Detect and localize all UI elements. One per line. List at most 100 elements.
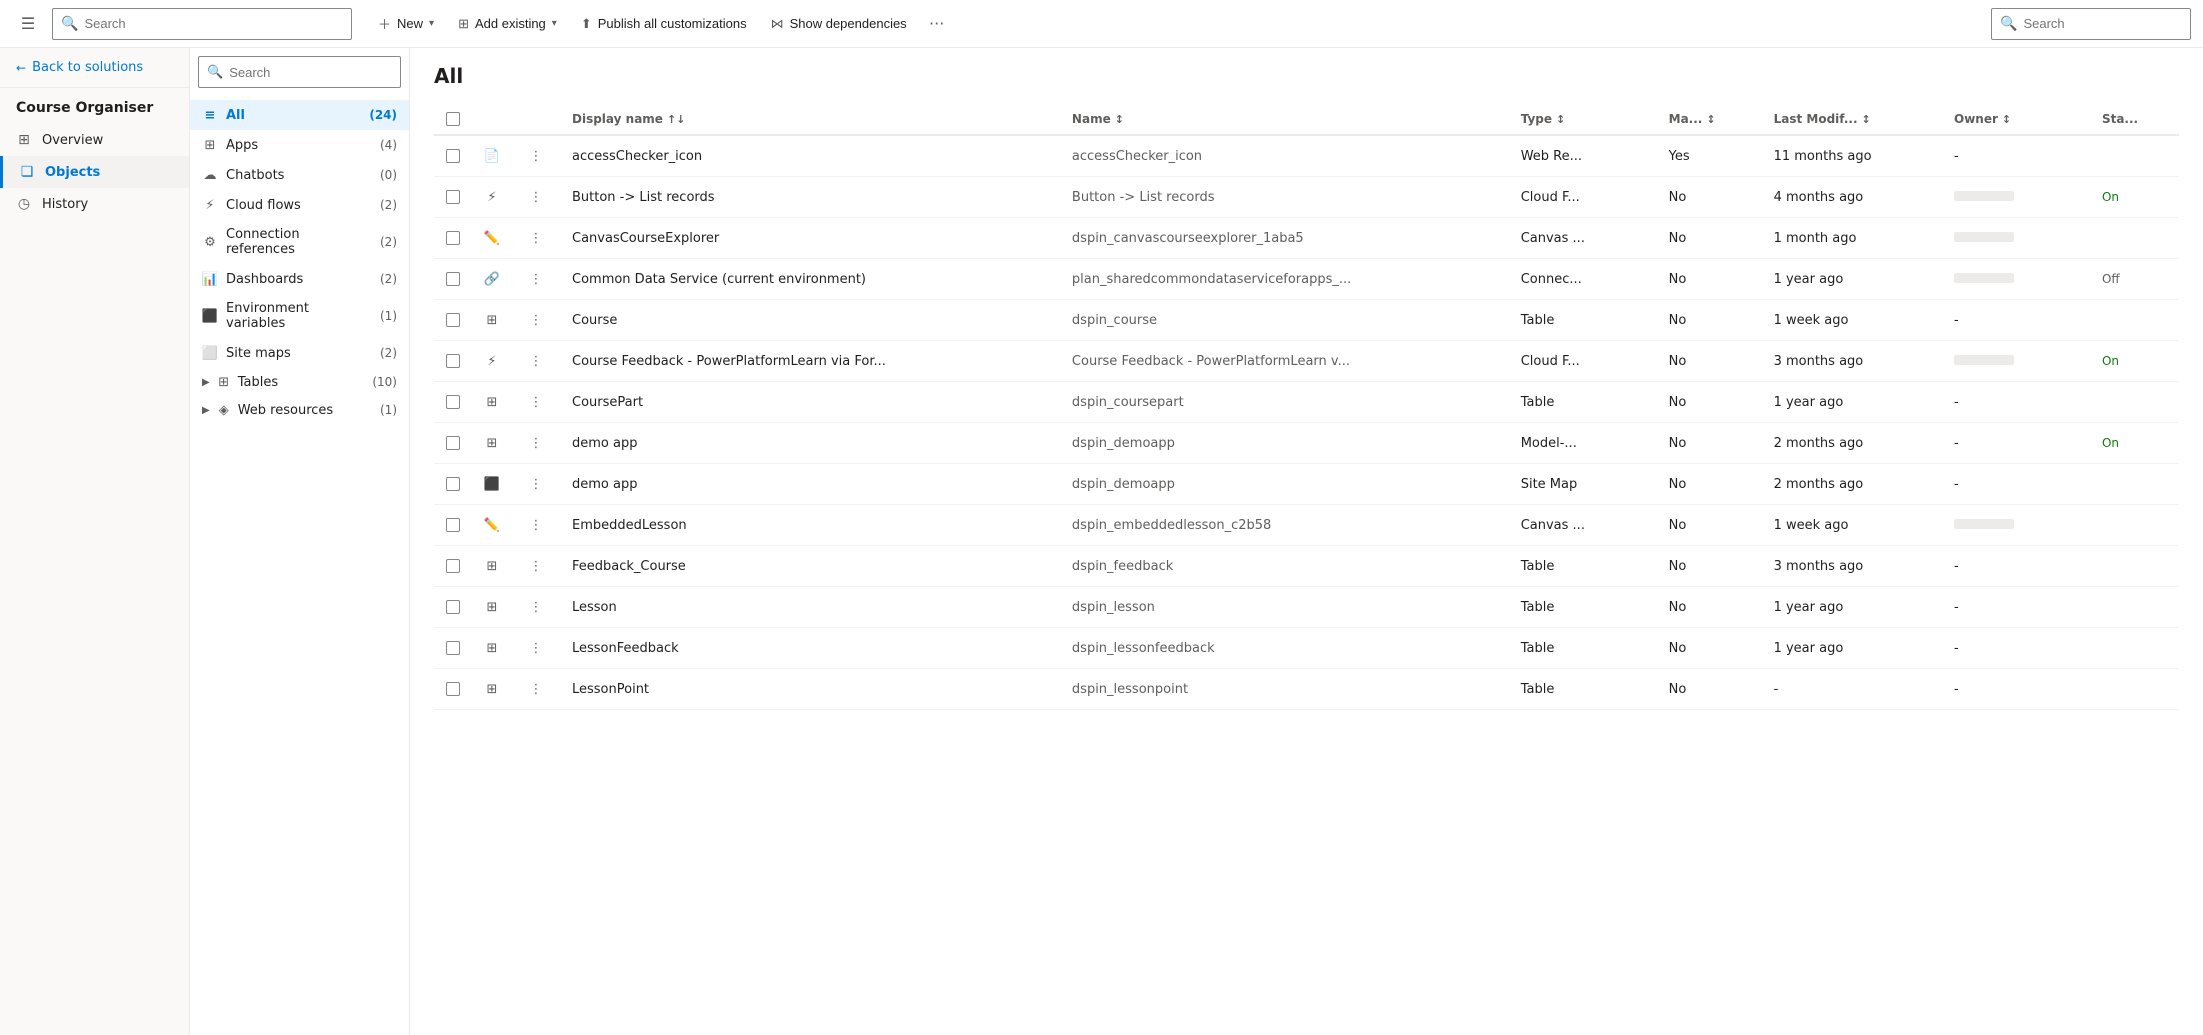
row-more-cell[interactable]: ⋮ <box>512 505 560 546</box>
sidebar-item-history[interactable]: ◷ History <box>0 188 189 220</box>
row-select-cell[interactable] <box>434 546 472 587</box>
row-checkbox[interactable] <box>446 272 460 286</box>
row-select-cell[interactable] <box>434 628 472 669</box>
row-checkbox[interactable] <box>446 600 460 614</box>
row-more-button[interactable]: ⋮ <box>524 390 548 414</box>
row-more-cell[interactable]: ⋮ <box>512 669 560 710</box>
middle-item-connection-refs[interactable]: ⚙ Connection references (2) <box>190 220 409 264</box>
middle-item-count: (0) <box>380 168 397 182</box>
row-more-cell[interactable]: ⋮ <box>512 628 560 669</box>
right-search-box[interactable]: 🔍 <box>1991 8 2191 40</box>
row-more-cell[interactable]: ⋮ <box>512 382 560 423</box>
row-checkbox[interactable] <box>446 641 460 655</box>
row-type-icon: 📄 <box>484 148 500 164</box>
owner-col-header[interactable]: Owner ↕ <box>1942 104 2090 135</box>
row-select-cell[interactable] <box>434 423 472 464</box>
header-checkbox[interactable] <box>446 112 460 126</box>
row-more-cell[interactable]: ⋮ <box>512 259 560 300</box>
row-more-button[interactable]: ⋮ <box>524 431 548 455</box>
row-select-cell[interactable] <box>434 300 472 341</box>
hamburger-menu-button[interactable]: ☰ <box>12 8 44 40</box>
row-checkbox[interactable] <box>446 313 460 327</box>
row-checkbox[interactable] <box>446 682 460 696</box>
row-more-button[interactable]: ⋮ <box>524 554 548 578</box>
row-checkbox[interactable] <box>446 190 460 204</box>
name-col-header[interactable]: Name ↕ <box>1060 104 1509 135</box>
row-more-cell[interactable]: ⋮ <box>512 587 560 628</box>
middle-group-web-resources[interactable]: ▶ ◈ Web resources (1) <box>190 396 409 424</box>
middle-item-dashboards[interactable]: 📊 Dashboards (2) <box>190 264 409 294</box>
row-checkbox[interactable] <box>446 477 460 491</box>
publish-button[interactable]: ⬆ Publish all customizations <box>571 8 757 40</box>
row-select-cell[interactable] <box>434 505 472 546</box>
middle-group-tables[interactable]: ▶ ⊞ Tables (10) <box>190 368 409 396</box>
middle-search-box[interactable]: 🔍 <box>198 56 401 88</box>
row-checkbox[interactable] <box>446 395 460 409</box>
row-more-cell[interactable]: ⋮ <box>512 341 560 382</box>
row-more-button[interactable]: ⋮ <box>524 267 548 291</box>
middle-item-all[interactable]: ≡ All (24) <box>190 100 409 130</box>
type-cell: Canvas ... <box>1509 218 1657 259</box>
display-name-col-header[interactable]: Display name ↑↓ <box>560 104 1060 135</box>
more-options-button[interactable]: ··· <box>921 8 953 40</box>
display-name-cell: demo app <box>560 423 1060 464</box>
topbar-search-input[interactable] <box>84 16 343 31</box>
row-checkbox[interactable] <box>446 354 460 368</box>
select-all-header[interactable] <box>434 104 472 135</box>
row-more-cell[interactable]: ⋮ <box>512 177 560 218</box>
row-select-cell[interactable] <box>434 259 472 300</box>
middle-item-site-maps[interactable]: ⬜ Site maps (2) <box>190 338 409 368</box>
managed-col-header[interactable]: Ma... ↕ <box>1657 104 1762 135</box>
row-more-cell[interactable]: ⋮ <box>512 423 560 464</box>
row-select-cell[interactable] <box>434 669 472 710</box>
new-button[interactable]: ＋ New ▾ <box>368 8 444 40</box>
back-arrow-icon: ← <box>16 61 26 75</box>
row-more-cell[interactable]: ⋮ <box>512 218 560 259</box>
row-select-cell[interactable] <box>434 177 472 218</box>
row-more-button[interactable]: ⋮ <box>524 308 548 332</box>
middle-item-cloud-flows[interactable]: ⚡ Cloud flows (2) <box>190 190 409 220</box>
row-more-button[interactable]: ⋮ <box>524 595 548 619</box>
middle-item-env-vars[interactable]: ⬛ Environment variables (1) <box>190 294 409 338</box>
row-select-cell[interactable] <box>434 587 472 628</box>
row-more-button[interactable]: ⋮ <box>524 636 548 660</box>
row-select-cell[interactable] <box>434 464 472 505</box>
row-select-cell[interactable] <box>434 341 472 382</box>
row-more-button[interactable]: ⋮ <box>524 513 548 537</box>
middle-search-input[interactable] <box>229 65 392 80</box>
right-search-input[interactable] <box>2023 16 2182 31</box>
row-more-button[interactable]: ⋮ <box>524 226 548 250</box>
add-existing-button[interactable]: ⊞ Add existing ▾ <box>448 8 567 40</box>
row-more-cell[interactable]: ⋮ <box>512 135 560 177</box>
type-col-header[interactable]: Type ↕ <box>1509 104 1657 135</box>
row-checkbox[interactable] <box>446 436 460 450</box>
row-more-button[interactable]: ⋮ <box>524 472 548 496</box>
row-select-cell[interactable] <box>434 135 472 177</box>
middle-item-chatbots[interactable]: ☁ Chatbots (0) <box>190 160 409 190</box>
show-dependencies-button[interactable]: ⋈ Show dependencies <box>761 8 917 40</box>
row-checkbox[interactable] <box>446 231 460 245</box>
sidebar-item-overview[interactable]: ⊞ Overview <box>0 124 189 156</box>
row-icon-cell: ⊞ <box>472 628 512 669</box>
objects-icon: ❏ <box>19 164 35 180</box>
row-more-cell[interactable]: ⋮ <box>512 464 560 505</box>
back-to-solutions-button[interactable]: ← Back to solutions <box>0 48 189 88</box>
row-more-cell[interactable]: ⋮ <box>512 546 560 587</box>
row-checkbox[interactable] <box>446 518 460 532</box>
row-checkbox[interactable] <box>446 149 460 163</box>
middle-item-apps[interactable]: ⊞ Apps (4) <box>190 130 409 160</box>
last-modified-cell: 2 months ago <box>1762 423 1942 464</box>
row-checkbox[interactable] <box>446 559 460 573</box>
sidebar-item-objects[interactable]: ❏ Objects <box>0 156 189 188</box>
row-select-cell[interactable] <box>434 382 472 423</box>
row-more-button[interactable]: ⋮ <box>524 185 548 209</box>
row-more-button[interactable]: ⋮ <box>524 144 548 168</box>
status-badge: Off <box>2102 272 2120 286</box>
owner-cell: - <box>1942 546 2090 587</box>
last-modified-col-header[interactable]: Last Modif... ↕ <box>1762 104 1942 135</box>
row-more-button[interactable]: ⋮ <box>524 349 548 373</box>
row-more-button[interactable]: ⋮ <box>524 677 548 701</box>
row-select-cell[interactable] <box>434 218 472 259</box>
row-more-cell[interactable]: ⋮ <box>512 300 560 341</box>
topbar-search-box[interactable]: 🔍 <box>52 8 352 40</box>
